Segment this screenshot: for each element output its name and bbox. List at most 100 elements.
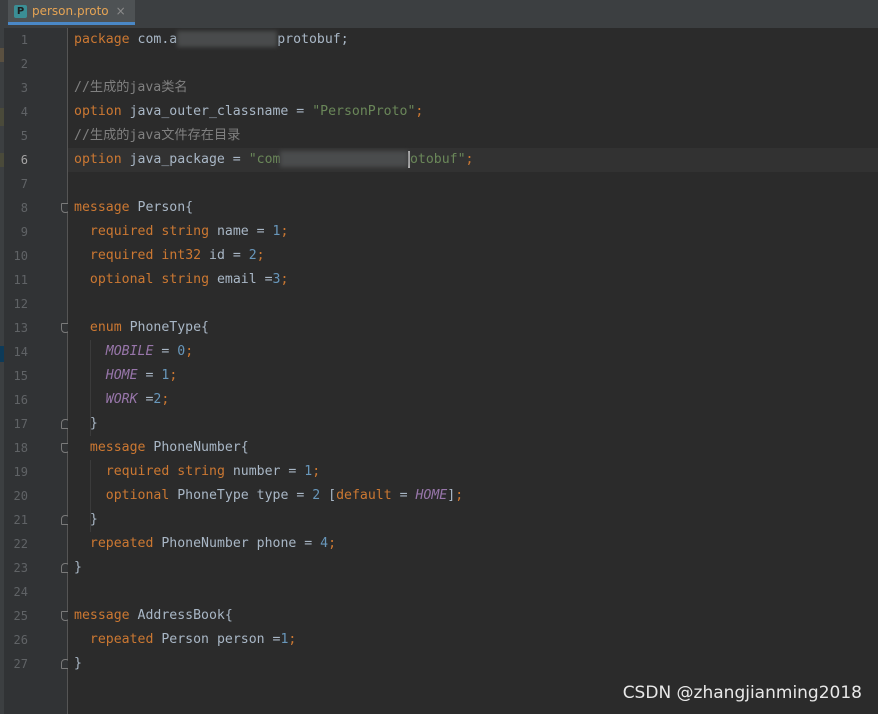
code-token: enum <box>89 320 122 335</box>
code-line[interactable]: option java_outer_classname = "PersonPro… <box>74 100 423 124</box>
code-line[interactable]: } <box>74 508 98 532</box>
code-token: Person{ <box>129 200 194 215</box>
code-token: ; <box>455 488 464 503</box>
code-line[interactable]: //生成的java类名 <box>74 76 188 100</box>
code-token: email = <box>209 272 273 287</box>
code-token: java_package = <box>121 152 249 167</box>
line-number: 24 <box>13 585 28 599</box>
code-token: PhoneType type = <box>169 488 313 503</box>
code-token: [ <box>320 488 337 503</box>
code-token: otobuf" <box>409 152 466 167</box>
line-number: 19 <box>13 465 28 479</box>
code-line[interactable]: message PhoneNumber{ <box>74 436 249 460</box>
code-token: ; <box>185 344 194 359</box>
line-number-gutter[interactable]: 1 2 3 4 5 6 7 8 9 10 11 12 13 14 15 16 17 18 19 20 21 22 23 24 2… <box>4 28 70 714</box>
code-token: HOME <box>105 368 138 383</box>
editor-tab-bar: P person.proto × <box>0 0 878 29</box>
line-number: 2 <box>20 57 28 71</box>
line-number: 4 <box>20 105 28 119</box>
code-token: string <box>161 224 210 239</box>
code-line[interactable]: optional string email =3; <box>74 268 289 292</box>
code-token: PhoneNumber{ <box>145 440 249 455</box>
code-line[interactable]: required string name = 1; <box>74 220 289 244</box>
code-line[interactable]: package com.a protobuf; <box>74 28 349 52</box>
code-line[interactable]: MOBILE = 0; <box>74 340 193 364</box>
line-number: 22 <box>13 537 28 551</box>
code-token: WORK <box>105 392 138 407</box>
code-token: 2 <box>248 248 257 263</box>
code-token: ; <box>161 392 170 407</box>
code-token: java_outer_classname = <box>121 104 313 119</box>
code-token: string <box>161 272 210 287</box>
code-token: int32 <box>161 248 202 263</box>
code-token: optional <box>89 272 154 287</box>
code-token: message <box>89 440 146 455</box>
line-number: 1 <box>20 33 28 47</box>
code-token: required <box>105 464 170 479</box>
code-token: ; <box>415 104 424 119</box>
code-line[interactable]: message Person{ <box>74 196 193 220</box>
code-line[interactable]: repeated PhoneNumber phone = 4; <box>74 532 336 556</box>
code-line[interactable]: option java_package = "com otobuf"; <box>74 148 473 172</box>
code-token: required <box>89 224 154 239</box>
line-number: 13 <box>13 321 28 335</box>
code-token: "PersonProto" <box>312 104 416 119</box>
code-token: //生成的java文件存在目录 <box>74 128 241 143</box>
code-token: } <box>74 560 82 575</box>
tab-person-proto[interactable]: P person.proto × <box>8 0 135 25</box>
code-token: Person person = <box>153 632 281 647</box>
close-icon[interactable]: × <box>116 4 126 18</box>
line-number: 23 <box>13 561 28 575</box>
code-line[interactable]: required string number = 1; <box>74 460 320 484</box>
redacted-text <box>280 151 409 167</box>
code-token: ; <box>328 536 337 551</box>
code-line[interactable]: required int32 id = 2; <box>74 244 265 268</box>
code-line[interactable]: repeated Person person =1; <box>74 628 296 652</box>
code-line[interactable]: } <box>74 652 82 676</box>
code-token: 0 <box>177 344 186 359</box>
code-line[interactable]: //生成的java文件存在目录 <box>74 124 240 148</box>
code-line[interactable]: enum PhoneType{ <box>74 316 209 340</box>
line-number: 5 <box>20 129 28 143</box>
code-line[interactable]: optional PhoneType type = 2 [default = H… <box>74 484 463 508</box>
code-editor[interactable]: package com.a protobuf; //生成的java类名 option … <box>68 28 878 714</box>
code-token: default <box>336 488 392 503</box>
code-line[interactable]: } <box>74 412 98 436</box>
editor-window: P person.proto × 1 2 3 4 5 6 7 8 9 10 11 12 13 14 15 16… <box>0 0 878 714</box>
line-number: 9 <box>20 225 28 239</box>
line-number: 7 <box>20 177 28 191</box>
code-token: PhoneType{ <box>121 320 209 335</box>
code-line[interactable]: WORK =2; <box>74 388 170 412</box>
code-token: } <box>74 512 98 527</box>
code-token: ; <box>288 632 297 647</box>
code-line[interactable]: } <box>74 556 82 580</box>
code-token: ; <box>280 272 289 287</box>
code-token: message <box>74 200 130 215</box>
code-token: option <box>74 152 122 167</box>
code-line[interactable]: HOME = 1; <box>74 364 178 388</box>
code-token: ; <box>465 152 474 167</box>
line-number: 25 <box>13 609 28 623</box>
code-token: } <box>74 416 98 431</box>
code-token: package <box>74 32 130 47</box>
line-number: 3 <box>20 81 28 95</box>
code-token: option <box>74 104 122 119</box>
code-token: = <box>137 392 154 407</box>
code-token: number = <box>224 464 305 479</box>
line-number: 14 <box>13 345 28 359</box>
proto-file-icon: P <box>14 4 27 18</box>
code-token: 3 <box>272 272 281 287</box>
code-line[interactable]: message AddressBook{ <box>74 604 233 628</box>
